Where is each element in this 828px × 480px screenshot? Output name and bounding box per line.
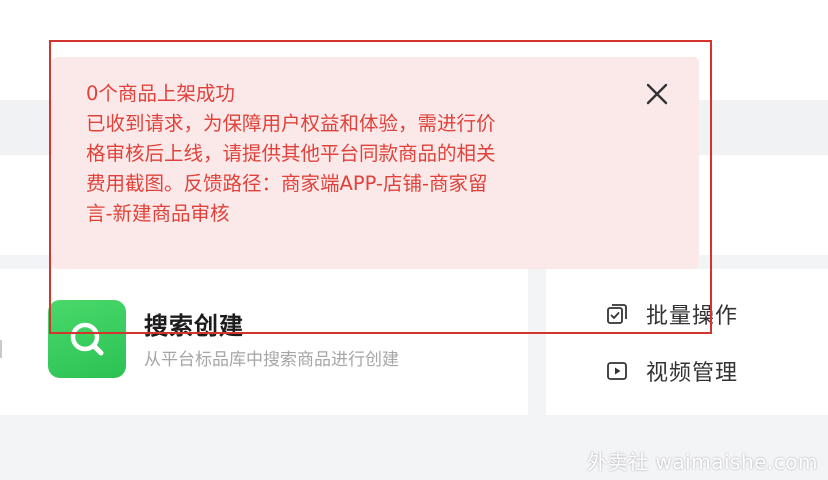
scroll-arrow-left[interactable] xyxy=(0,340,6,358)
search-create-description: 从平台标品库中搜索商品进行创建 xyxy=(144,350,399,370)
notice-line: 言-新建商品审核 xyxy=(86,202,230,225)
notice-line: 费用截图。反馈路径：商家端APP-店铺-商家留 xyxy=(86,172,488,195)
video-management-button[interactable]: 视频管理 xyxy=(606,355,738,387)
close-icon[interactable] xyxy=(644,81,670,107)
video-management-label: 视频管理 xyxy=(646,361,739,386)
watermark: 外卖社 waimaishe.com xyxy=(587,450,818,474)
batch-operation-label: 批量操作 xyxy=(646,304,739,329)
search-create-title[interactable]: 搜索创建 xyxy=(144,306,244,341)
search-icon xyxy=(70,322,104,356)
search-create-tile[interactable] xyxy=(48,300,126,378)
upload-result-notice: 0个商品上架成功 已收到请求，为保障用户权益和体验，需进行价 格审核后上线，请提… xyxy=(52,57,699,269)
batch-operation-button[interactable]: 批量操作 xyxy=(606,298,738,330)
video-play-icon xyxy=(607,362,627,380)
notice-line: 格审核后上线，请提供其他平台同款商品的相关 xyxy=(86,142,496,165)
notice-title: 0个商品上架成功 xyxy=(86,82,235,105)
notice-line: 已收到请求，为保障用户权益和体验，需进行价 xyxy=(86,112,496,135)
batch-edit-icon xyxy=(607,304,627,324)
notice-message: 0个商品上架成功 已收到请求，为保障用户权益和体验，需进行价 格审核后上线，请提… xyxy=(86,79,646,229)
actions-card xyxy=(546,269,828,415)
